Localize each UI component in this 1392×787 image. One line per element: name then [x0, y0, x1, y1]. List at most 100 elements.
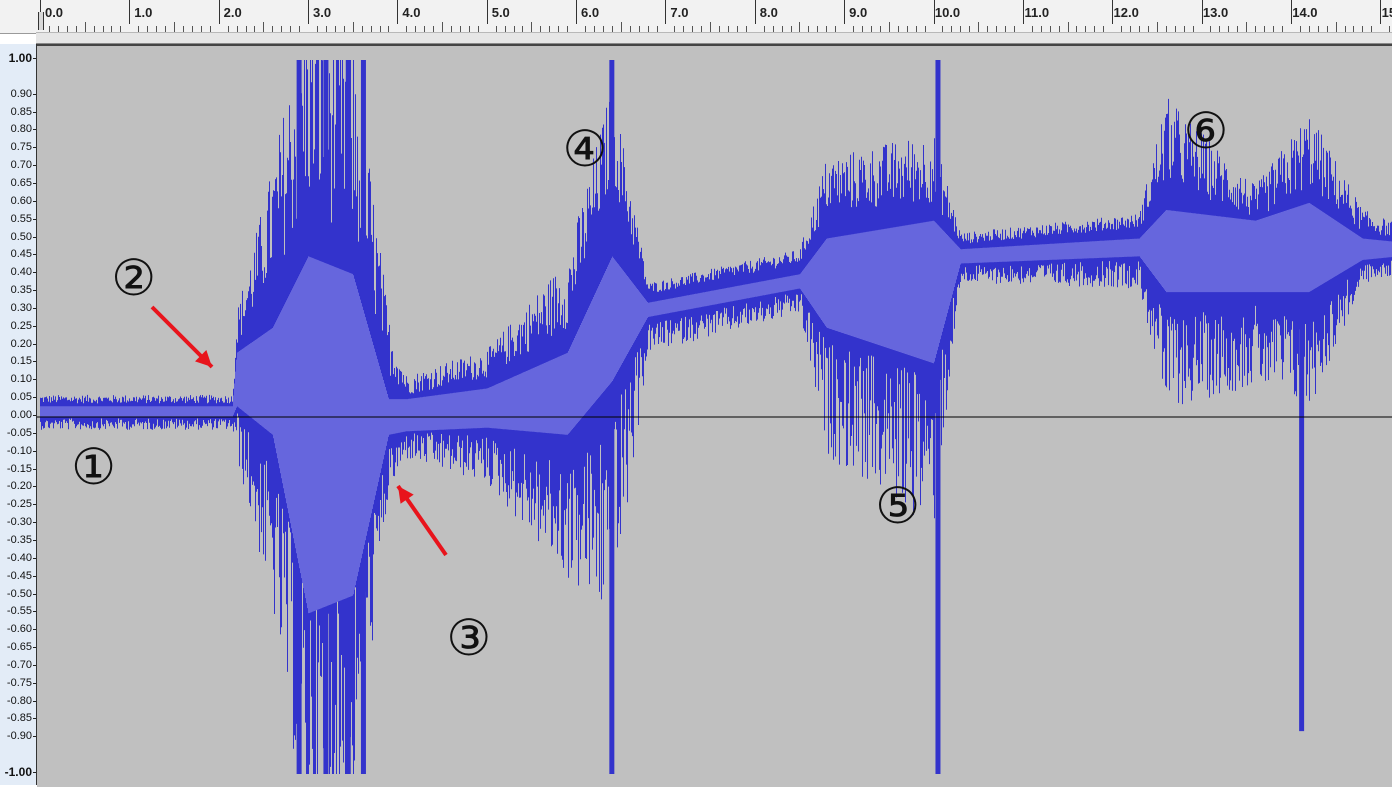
annotation-marker-5: ⑤: [875, 477, 921, 536]
amplitude-tick: [33, 450, 36, 452]
ruler-tick-label: 1.0: [134, 5, 153, 20]
ruler-tick-label: 4.0: [402, 5, 421, 20]
amplitude-label: 0.60: [10, 194, 32, 207]
amplitude-label: -0.55: [6, 605, 32, 618]
ruler-tick-label: 10.0: [934, 5, 961, 20]
timeline-ruler[interactable]: 0.0 1.0 2.0 3.0 4.0 5.0 6.0 7.0 8.0 9.0 10.0 11.0 12…: [0, 0, 1392, 34]
ruler-tick-label: 6.0: [581, 5, 600, 20]
amplitude-label: 0.85: [10, 105, 32, 118]
amplitude-tick: [33, 611, 36, 613]
amplitude-tick: [33, 254, 36, 256]
amplitude-label: -0.05: [6, 426, 32, 439]
ruler-minor-tick: [531, 22, 533, 32]
ruler-minor-tick: [174, 22, 176, 32]
ruler-minor-tick: [710, 22, 712, 32]
amplitude-tick: [33, 218, 36, 220]
ruler-major-tick: [218, 0, 220, 24]
waveform-track[interactable]: ① ② ③ ④ ⑤ ⑥: [37, 44, 1392, 787]
ruler-minor-tick: [620, 22, 622, 32]
ruler-tick-label: 0.0: [44, 5, 64, 20]
ruler-major-tick: [308, 0, 310, 24]
ruler-minor-tick: [1067, 22, 1069, 32]
ruler-minor-tick: [1156, 22, 1158, 32]
amplitude-tick: [33, 522, 36, 524]
ruler-tick-label: 5.0: [491, 5, 510, 20]
ruler-tick-label: 8.0: [759, 5, 778, 20]
amplitude-tick: [33, 664, 36, 666]
amplitude-label: -1.00: [4, 765, 32, 779]
amplitude-label: -0.60: [6, 623, 32, 636]
amplitude-tick: [33, 397, 36, 399]
amplitude-tick: [33, 236, 36, 238]
amplitude-label: 1.00: [8, 51, 32, 65]
amplitude-label: -0.50: [6, 587, 32, 600]
amplitude-tick: [33, 379, 36, 381]
ruler-tick-label: 14.0: [1292, 5, 1318, 20]
annotation-marker-6: ⑥: [1183, 102, 1229, 161]
ruler-minor-tick: [799, 22, 801, 32]
ruler-major-tick: [576, 0, 578, 24]
annotation-marker-1: ①: [71, 437, 117, 496]
amplitude-label: -0.40: [6, 551, 32, 564]
ruler-major-tick: [844, 0, 846, 24]
ruler-minor-tick: [352, 22, 354, 32]
amplitude-label: -0.10: [6, 444, 32, 457]
amplitude-label: 0.10: [10, 373, 32, 386]
amplitude-tick: [33, 147, 36, 149]
amplitude-tick: [33, 200, 36, 202]
ruler-tick-label: 2.0: [223, 5, 242, 20]
amplitude-label: 0.75: [10, 141, 32, 154]
annotation-marker-3: ③: [446, 609, 492, 668]
amplitude-label: -0.30: [6, 516, 32, 529]
ruler-minor-tick: [1335, 22, 1337, 32]
amplitude-label: -0.90: [6, 730, 32, 743]
amplitude-tick: [33, 361, 36, 363]
amplitude-tick: [33, 325, 36, 327]
amplitude-label: -0.80: [6, 694, 32, 707]
ruler-tick-label: 11.0: [1024, 5, 1050, 20]
playhead-icon[interactable]: [38, 12, 44, 30]
amplitude-tick: [33, 182, 36, 184]
amplitude-tick: [33, 772, 36, 773]
amplitude-tick: [33, 468, 36, 470]
annotation-arrowhead: [398, 486, 414, 504]
amplitude-tick: [33, 575, 36, 577]
ruler-tick-label: 15.0: [1381, 5, 1392, 20]
amplitude-tick: [33, 307, 36, 309]
ruler-minor-tick: [442, 22, 444, 32]
amplitude-label: 0.70: [10, 159, 32, 172]
annotation-marker-2: ②: [111, 248, 157, 307]
amplitude-label: 0.80: [10, 123, 32, 136]
amplitude-tick: [33, 593, 36, 595]
amplitude-tick: [33, 58, 36, 59]
ruler-minor-tick: [1246, 22, 1248, 32]
amplitude-tick: [33, 718, 36, 720]
ruler-major-tick: [665, 0, 667, 24]
amplitude-tick: [33, 93, 36, 95]
amplitude-label: 0.00: [10, 409, 32, 421]
amplitude-label: -0.45: [6, 569, 32, 582]
amplitude-label: 0.65: [10, 176, 32, 189]
ruler-tick-label: 12.0: [1113, 5, 1139, 20]
amplitude-label: 0.90: [10, 87, 32, 100]
amplitude-tick: [33, 129, 36, 131]
ruler-tick-label: 7.0: [670, 5, 689, 20]
amplitude-label: -0.15: [6, 462, 32, 475]
amplitude-label: -0.75: [6, 676, 32, 689]
amplitude-label: -0.65: [6, 641, 32, 654]
amplitude-tick: [33, 557, 36, 559]
timeline-scrub-strip[interactable]: [36, 32, 1392, 44]
amplitude-tick: [33, 647, 36, 649]
amplitude-tick: [33, 343, 36, 345]
amplitude-label: 0.20: [10, 337, 32, 350]
amplitude-label: -0.25: [6, 498, 32, 511]
amplitude-label: 0.35: [10, 284, 32, 297]
amplitude-tick: [33, 290, 36, 292]
amplitude-tick: [33, 736, 36, 738]
amplitude-tick: [33, 629, 36, 631]
amplitude-label: 0.40: [10, 266, 32, 279]
amplitude-tick: [33, 700, 36, 702]
ruler-minor-tick: [84, 22, 86, 32]
amplitude-tick: [33, 432, 36, 434]
amplitude-label: 0.05: [10, 391, 32, 404]
